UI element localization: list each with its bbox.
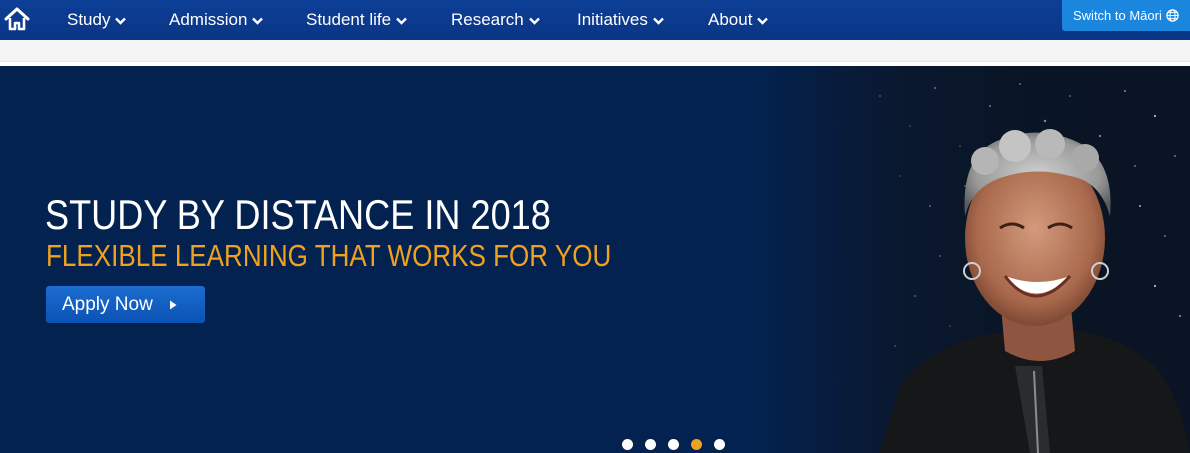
slider-dot-4[interactable] xyxy=(691,439,702,450)
chevron-down-icon xyxy=(115,17,127,25)
nav-item-admission[interactable]: Admission xyxy=(169,0,264,40)
slider-dot-3[interactable] xyxy=(668,439,679,450)
nav-item-label: Initiatives xyxy=(577,10,648,29)
switch-language-button[interactable]: Switch to Māori xyxy=(1062,0,1190,31)
chevron-down-icon xyxy=(757,17,769,25)
hero-photo-woman xyxy=(760,66,1190,453)
nav-item-label: Admission xyxy=(169,10,248,29)
nav-item-student-life[interactable]: Student life xyxy=(306,0,407,40)
home-icon[interactable] xyxy=(4,6,30,32)
slider-dot-2[interactable] xyxy=(645,439,656,450)
hero-subheadline: FLEXIBLE LEARNING THAT WORKS FOR YOU xyxy=(46,238,612,273)
hero-headline: STUDY BY DISTANCE IN 2018 xyxy=(45,191,551,238)
nav-item-label: About xyxy=(708,10,753,29)
chevron-down-icon xyxy=(252,17,264,25)
nav-item-initiatives[interactable]: Initiatives xyxy=(577,0,664,40)
slider-dot-5[interactable] xyxy=(714,439,725,450)
chevron-down-icon xyxy=(396,17,407,25)
nav-item-label: Student life xyxy=(306,10,392,29)
switch-language-label: Switch to Māori xyxy=(1073,8,1162,23)
chevron-down-icon xyxy=(528,17,540,25)
nav-item-label: Study xyxy=(67,10,111,29)
hero-banner: STUDY BY DISTANCE IN 2018 FLEXIBLE LEARN… xyxy=(0,66,1190,453)
play-arrow-icon xyxy=(169,300,177,310)
slider-dot-1[interactable] xyxy=(622,439,633,450)
apply-now-button[interactable]: Apply Now xyxy=(46,286,205,323)
nav-item-about[interactable]: About xyxy=(708,0,769,40)
sub-navigation-strip xyxy=(0,40,1190,62)
nav-item-label: Research xyxy=(451,10,524,29)
apply-now-label: Apply Now xyxy=(62,293,153,315)
nav-item-study[interactable]: Study xyxy=(67,0,127,40)
top-navigation: Study Admission Student life Research In… xyxy=(0,0,1190,40)
chevron-down-icon xyxy=(653,17,664,25)
nav-item-research[interactable]: Research xyxy=(451,0,540,40)
globe-icon xyxy=(1166,9,1179,22)
